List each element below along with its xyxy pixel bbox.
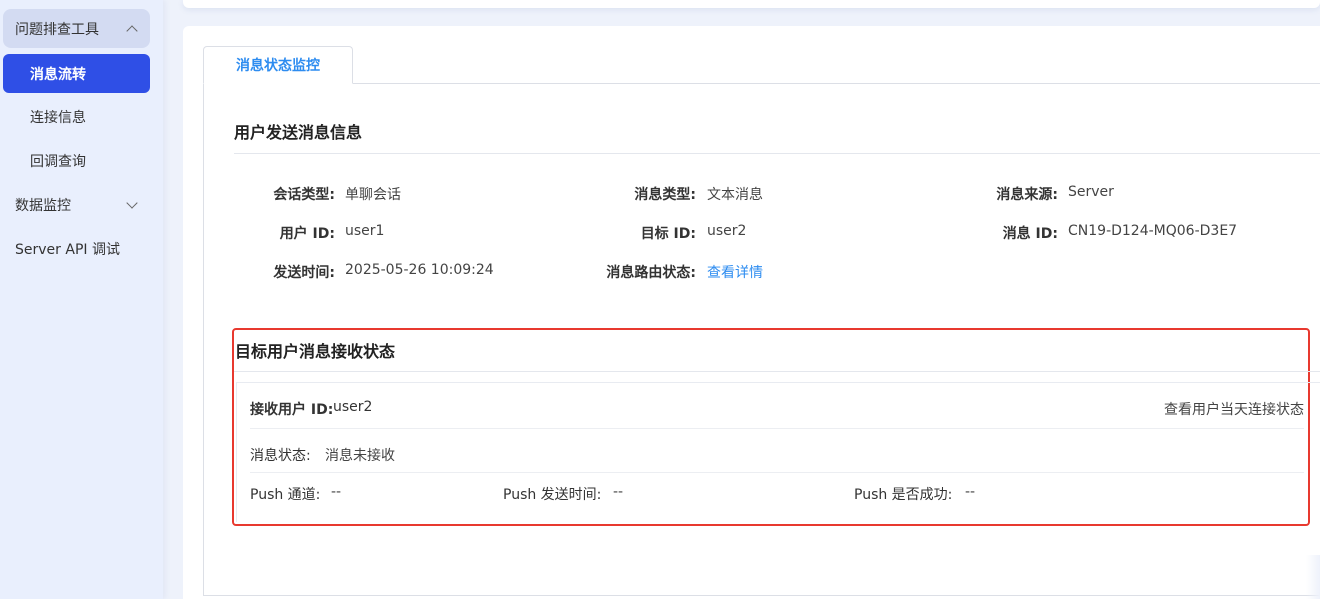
sidebar-item-data-monitor[interactable]: 数据监控 — [3, 185, 150, 224]
section-divider — [234, 371, 1320, 372]
message-id-label: 消息 ID: — [1002, 226, 1058, 242]
section-divider — [234, 153, 1320, 154]
send-time-value: 2025-05-26 10:09:24 — [345, 262, 494, 278]
conversation-type-value: 单聊会话 — [345, 187, 401, 203]
receiver-value: user2 — [333, 399, 373, 415]
sidebar-item-label: Server API 调试 — [15, 241, 120, 258]
push-channel-value: -- — [331, 484, 342, 500]
message-source-label: 消息来源: — [996, 187, 1058, 203]
target-id-value: user2 — [707, 223, 747, 239]
chevron-down-icon — [126, 196, 138, 209]
push-channel-label: Push 通道: — [250, 487, 321, 503]
message-type-value: 文本消息 — [707, 187, 763, 203]
receiver-label: 接收用户 ID: — [250, 402, 334, 418]
send-time-label: 发送时间: — [273, 265, 335, 281]
page-edge — [1306, 555, 1320, 599]
message-id-value: CN19-D124-MQ06-D3E7 — [1068, 223, 1238, 239]
sidebar-item-label: 连接信息 — [30, 109, 86, 126]
receive-status-title: 目标用户消息接收状态 — [235, 342, 396, 361]
message-source-value: Server — [1068, 184, 1114, 200]
sidebar-item-message-flow[interactable]: 消息流转 — [3, 54, 150, 93]
route-status-link[interactable]: 查看详情 — [707, 262, 763, 282]
push-success-label: Push 是否成功: — [854, 487, 953, 503]
sidebar-group-troubleshooting[interactable]: 问题排查工具 — [3, 9, 150, 48]
sidebar-item-label: 回调查询 — [30, 153, 86, 170]
send-info-title: 用户发送消息信息 — [234, 123, 363, 142]
user-id-label: 用户 ID: — [279, 226, 335, 242]
sidebar-item-callback-query[interactable]: 回调查询 — [3, 141, 150, 180]
sidebar-item-connection-info[interactable]: 连接信息 — [3, 97, 150, 136]
receive-status-box — [236, 382, 1320, 522]
push-time-label: Push 发送时间: — [503, 487, 602, 503]
connection-status-link[interactable]: 查看用户当天连接状态 — [1164, 399, 1304, 419]
sidebar-group-label: 问题排查工具 — [15, 21, 99, 38]
row-divider — [250, 428, 1304, 429]
app: 问题排查工具 消息流转 连接信息 回调查询 数据监控 Server API 调试… — [0, 0, 1320, 599]
push-success-value: -- — [965, 484, 976, 500]
conversation-type-label: 会话类型: — [273, 187, 335, 203]
sidebar-item-label: 数据监控 — [15, 197, 71, 214]
sidebar: 问题排查工具 消息流转 连接信息 回调查询 数据监控 Server API 调试 — [0, 0, 163, 599]
message-type-label: 消息类型: — [634, 187, 696, 203]
target-id-label: 目标 ID: — [640, 226, 696, 242]
row-divider — [250, 472, 1304, 473]
sidebar-item-label: 消息流转 — [30, 66, 86, 83]
msg-status-label: 消息状态: — [250, 448, 311, 464]
push-time-value: -- — [613, 484, 624, 500]
main-card: 消息状态监控 用户发送消息信息 会话类型: 单聊会话 消息类型: 文本消息 消息… — [183, 26, 1320, 599]
tab-message-status[interactable]: 消息状态监控 — [203, 46, 353, 84]
route-status-label: 消息路由状态: — [606, 265, 696, 281]
msg-status-value: 消息未接收 — [325, 448, 395, 464]
chevron-up-icon — [126, 24, 138, 37]
top-card — [183, 0, 1320, 8]
user-id-value: user1 — [345, 223, 385, 239]
sidebar-item-server-api[interactable]: Server API 调试 — [3, 229, 150, 268]
